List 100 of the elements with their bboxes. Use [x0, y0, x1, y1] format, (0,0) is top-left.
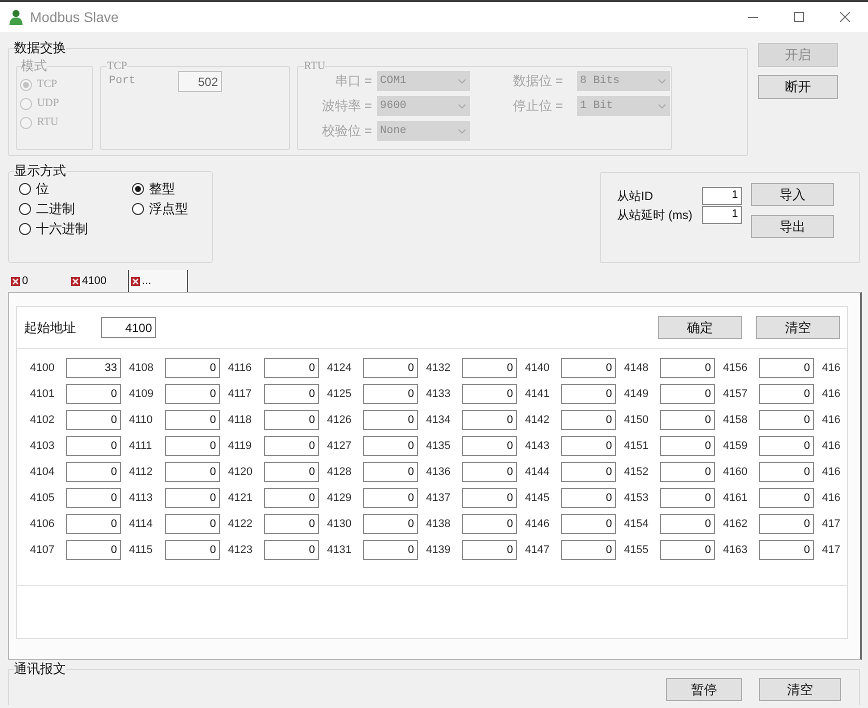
register-value-field[interactable]: 0: [264, 410, 319, 430]
register-value-field[interactable]: 0: [759, 410, 814, 430]
register-value-field[interactable]: 0: [660, 514, 715, 534]
register-value-field[interactable]: 0: [363, 410, 418, 430]
input-field[interactable]: 1: [702, 206, 742, 224]
register-value-field[interactable]: 0: [660, 488, 715, 508]
register-value-field[interactable]: 0: [660, 462, 715, 482]
register-value-field[interactable]: 0: [462, 462, 517, 482]
register-value-field[interactable]: 0: [759, 488, 814, 508]
register-address: 4142: [525, 412, 550, 428]
radio-option[interactable]: 十六进制: [19, 220, 88, 238]
maximize-icon[interactable]: [794, 12, 804, 22]
register-address: 416: [822, 464, 840, 480]
clear-button[interactable]: 清空: [759, 678, 841, 701]
register-address: 4121: [228, 490, 254, 506]
register-value-field[interactable]: 0: [363, 462, 418, 482]
field-label: 校验位 =: [320, 122, 372, 140]
register-value-field[interactable]: 0: [660, 540, 715, 560]
register-value-field[interactable]: 0: [462, 488, 517, 508]
register-value-field[interactable]: 0: [660, 358, 715, 378]
disconnect-button[interactable]: 断开: [758, 75, 838, 99]
register-address: 4163: [723, 542, 748, 558]
export-button[interactable]: 导出: [751, 215, 834, 238]
register-address: 4152: [624, 464, 650, 480]
register-value-field[interactable]: 0: [759, 358, 814, 378]
register-value-field[interactable]: 0: [66, 462, 121, 482]
confirm-button[interactable]: 确定: [658, 316, 742, 339]
register-value-field[interactable]: 0: [462, 514, 517, 534]
register-value-field[interactable]: 0: [660, 384, 715, 404]
radio-option[interactable]: 二进制: [19, 200, 75, 218]
input-field[interactable]: 1: [702, 186, 742, 204]
register-address: 4149: [624, 386, 650, 402]
register-address: 4130: [327, 516, 352, 532]
register-value-field[interactable]: 0: [165, 488, 220, 508]
register-value-field[interactable]: 0: [264, 488, 319, 508]
register-value-field[interactable]: 0: [561, 462, 616, 482]
register-value-field[interactable]: 0: [462, 358, 517, 378]
register-value-field[interactable]: 0: [561, 384, 616, 404]
register-value-field[interactable]: 0: [363, 514, 418, 534]
register-value-field[interactable]: 0: [363, 358, 418, 378]
register-value-field[interactable]: 0: [264, 358, 319, 378]
radio-option[interactable]: 浮点型: [132, 200, 188, 218]
register-value-field[interactable]: 0: [165, 410, 220, 430]
register-value-field[interactable]: 0: [165, 514, 220, 534]
register-value-field[interactable]: 0: [66, 384, 121, 404]
register-value-field[interactable]: 0: [561, 436, 616, 456]
register-value-field[interactable]: 0: [561, 540, 616, 560]
register-value-field[interactable]: 0: [165, 540, 220, 560]
register-value-field[interactable]: 0: [264, 462, 319, 482]
register-value-field[interactable]: 0: [363, 540, 418, 560]
radio-option[interactable]: 位: [19, 180, 49, 198]
register-value-field[interactable]: 0: [462, 384, 517, 404]
register-address: 4116: [228, 360, 253, 376]
register-value-field[interactable]: 0: [759, 462, 814, 482]
register-value-field[interactable]: 0: [462, 540, 517, 560]
tab[interactable]: ...: [128, 270, 188, 292]
register-value-field[interactable]: 0: [561, 514, 616, 534]
import-button[interactable]: 导入: [751, 183, 834, 206]
start-address-field[interactable]: 4100: [101, 317, 156, 338]
register-value-field[interactable]: 0: [561, 358, 616, 378]
register-value-field[interactable]: 0: [66, 488, 121, 508]
register-value-field[interactable]: 0: [759, 436, 814, 456]
register-value-field[interactable]: 0: [264, 514, 319, 534]
register-value-field[interactable]: 0: [759, 514, 814, 534]
register-value-field[interactable]: 33: [66, 358, 121, 378]
pause-button[interactable]: 暂停: [666, 678, 742, 701]
register-value-field[interactable]: 0: [363, 384, 418, 404]
field-label: 从站ID: [617, 188, 654, 204]
window-title: Modbus Slave: [30, 8, 119, 26]
register-value-field[interactable]: 0: [165, 384, 220, 404]
register-value-field[interactable]: 0: [759, 540, 814, 560]
register-value-field[interactable]: 0: [66, 410, 121, 430]
register-value-field[interactable]: 0: [462, 410, 517, 430]
register-value-field[interactable]: 0: [165, 462, 220, 482]
register-value-field[interactable]: 0: [759, 384, 814, 404]
minimize-icon[interactable]: [748, 16, 758, 18]
register-address: 4102: [30, 412, 56, 428]
register-value-field[interactable]: 0: [264, 384, 319, 404]
register-value-field[interactable]: 0: [561, 488, 616, 508]
clear-button[interactable]: 清空: [756, 316, 840, 339]
radio-option[interactable]: 整型: [132, 180, 175, 198]
register-address: 4155: [624, 542, 650, 558]
register-value-field[interactable]: 0: [363, 488, 418, 508]
register-value-field[interactable]: 0: [66, 436, 121, 456]
register-value-field[interactable]: 0: [66, 540, 121, 560]
register-address: 4147: [525, 542, 550, 558]
tab[interactable]: 4100: [68, 270, 128, 292]
register-value-field[interactable]: 0: [660, 410, 715, 430]
close-icon[interactable]: [840, 12, 850, 22]
register-value-field[interactable]: 0: [264, 436, 319, 456]
register-value-field[interactable]: 0: [165, 358, 220, 378]
register-value-field[interactable]: 0: [561, 410, 616, 430]
register-value-field[interactable]: 0: [264, 540, 319, 560]
register-value-field[interactable]: 0: [363, 436, 418, 456]
register-value-field[interactable]: 0: [660, 436, 715, 456]
tab[interactable]: 0: [8, 270, 68, 292]
register-value-field[interactable]: 0: [165, 436, 220, 456]
register-value-field[interactable]: 0: [66, 514, 121, 534]
register-value-field[interactable]: 0: [462, 436, 517, 456]
register-address: 4154: [624, 516, 650, 532]
